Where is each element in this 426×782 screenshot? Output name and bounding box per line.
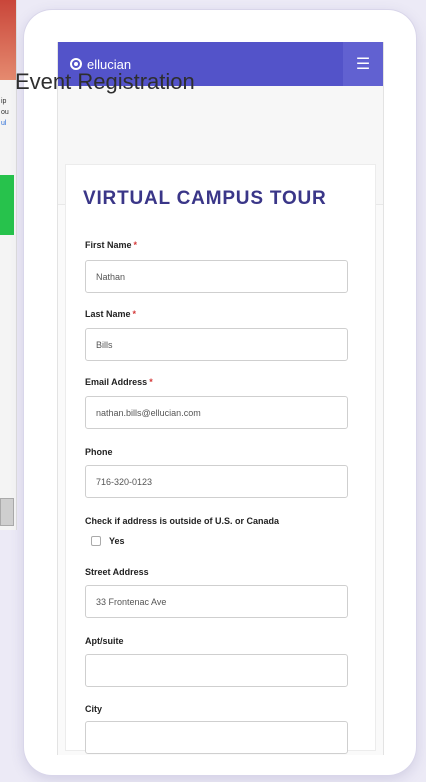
last-name-input[interactable]: [85, 328, 348, 361]
first-name-input[interactable]: [85, 260, 348, 293]
background-text: ip: [1, 98, 7, 105]
outside-us-option[interactable]: Yes: [91, 536, 125, 546]
email-label-text: Email Address: [85, 377, 148, 387]
email-label: Email Address *: [85, 377, 153, 387]
last-name-label: Last Name *: [85, 309, 136, 319]
required-marker: *: [132, 309, 137, 319]
required-marker: *: [149, 377, 153, 387]
background-photo: [0, 0, 16, 80]
phone-label: Phone: [85, 447, 113, 457]
background-button: [0, 498, 14, 526]
background-green-block: [0, 175, 14, 235]
street-address-input[interactable]: [85, 585, 348, 618]
background-link: ul: [1, 120, 7, 127]
outside-us-question: Check if address is outside of U.S. or C…: [85, 516, 280, 526]
menu-button[interactable]: ☰: [343, 42, 383, 86]
phone-input[interactable]: [85, 465, 348, 498]
city-input[interactable]: [85, 721, 348, 754]
background-text: ou: [1, 109, 9, 116]
event-title: VIRTUAL CAMPUS TOUR: [83, 188, 327, 209]
outside-us-option-label: Yes: [109, 536, 125, 546]
page-title: Event Registration: [15, 69, 195, 94]
email-input[interactable]: [85, 396, 348, 429]
apt-suite-label: Apt/suite: [85, 636, 124, 646]
outside-us-checkbox[interactable]: [91, 536, 101, 546]
first-name-label-text: First Name: [85, 240, 132, 250]
first-name-label: First Name *: [85, 240, 137, 250]
required-marker: *: [133, 240, 138, 250]
street-address-label: Street Address: [85, 567, 149, 577]
city-label: City: [85, 704, 103, 714]
last-name-label-text: Last Name: [85, 309, 131, 319]
apt-suite-input[interactable]: [85, 654, 348, 687]
hamburger-icon: ☰: [355, 56, 371, 73]
